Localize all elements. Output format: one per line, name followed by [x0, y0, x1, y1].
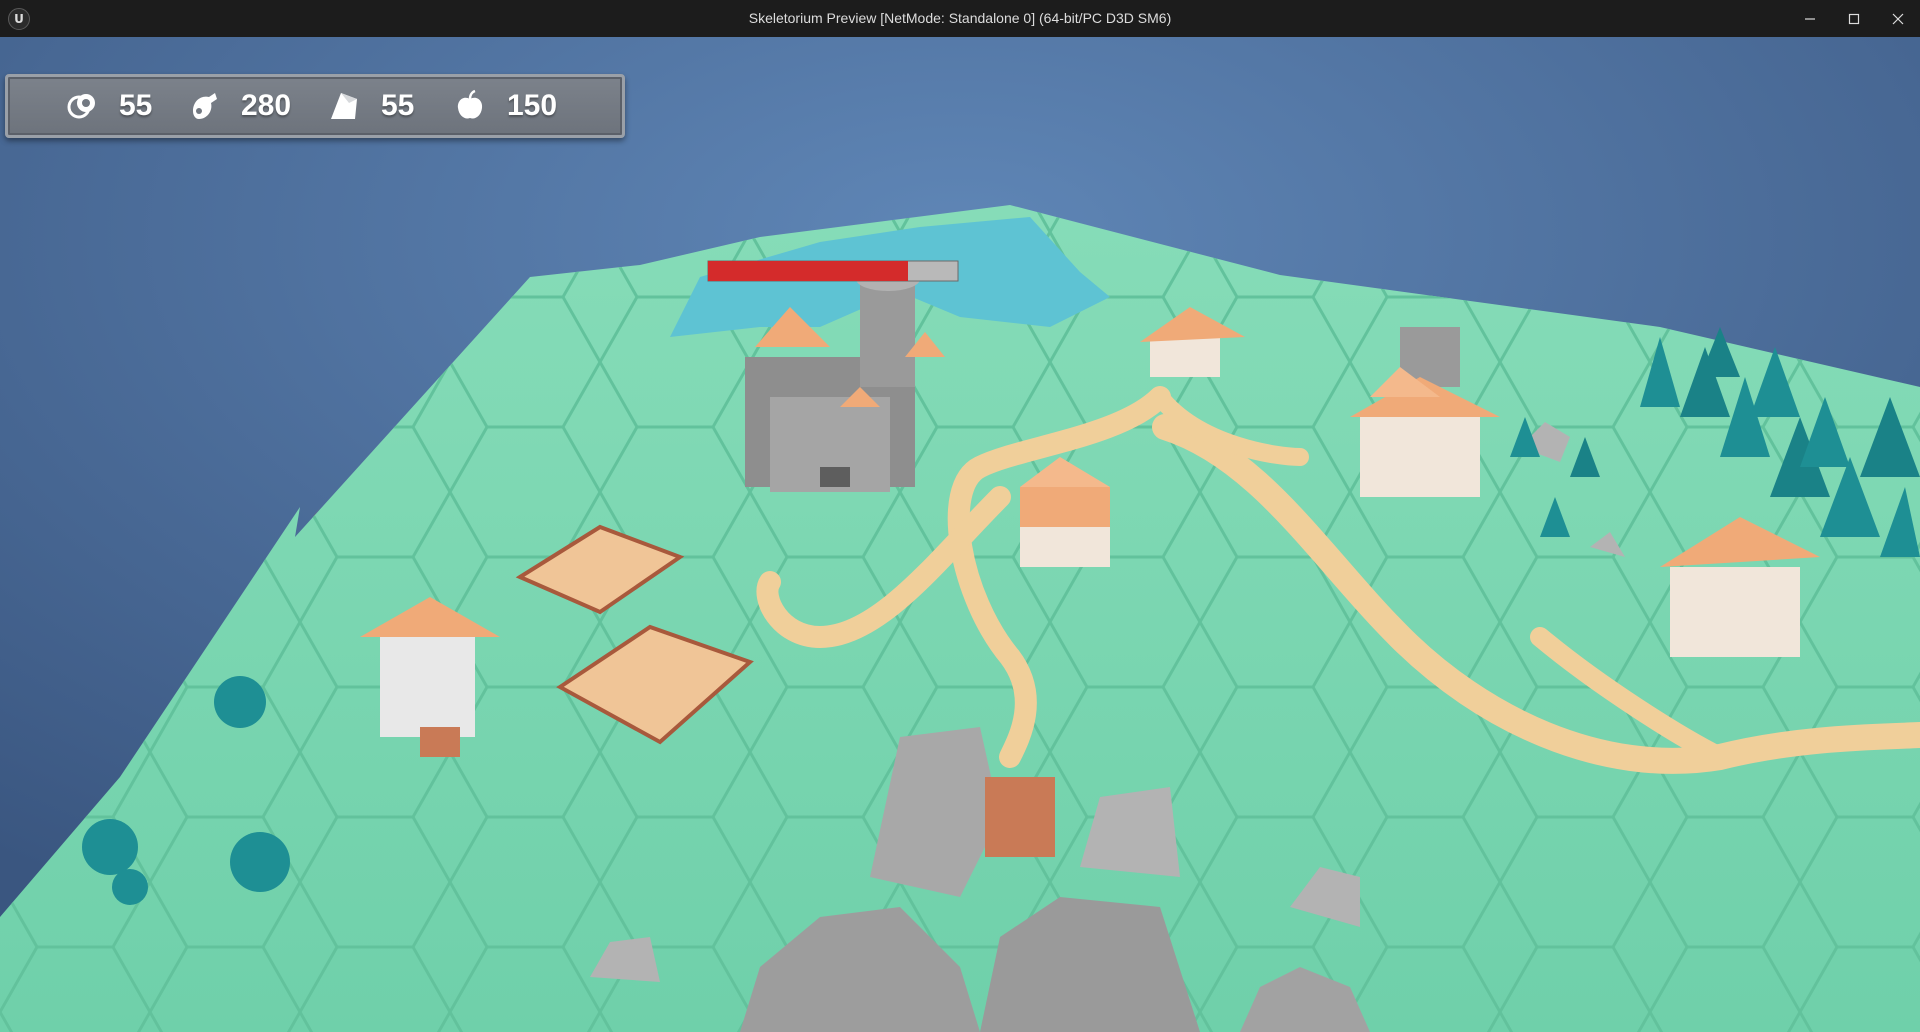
- minimize-icon: [1805, 17, 1815, 20]
- stone-icon: [67, 94, 95, 119]
- stone-count: 55: [119, 89, 153, 122]
- maximize-button[interactable]: [1832, 0, 1876, 37]
- game-scene[interactable]: [0, 37, 1920, 1032]
- minimize-button[interactable]: [1788, 0, 1832, 37]
- window-title: Skeletorium Preview [NetMode: Standalone…: [748, 10, 1172, 26]
- game-window: U Skeletorium Preview [NetMode: Standalo…: [0, 0, 1920, 1032]
- close-icon: [1892, 13, 1904, 24]
- food-count: 150: [507, 89, 558, 122]
- castle-health-bar: [707, 260, 959, 282]
- ore-count: 55: [381, 89, 415, 122]
- game-viewport[interactable]: 55 280 55 150: [0, 37, 1920, 1032]
- ore-icon: [331, 93, 357, 119]
- maximize-icon: [1848, 13, 1860, 24]
- close-button[interactable]: [1876, 0, 1920, 37]
- resource-stone: 55: [65, 74, 152, 138]
- wood-count: 280: [241, 89, 292, 122]
- resource-wood: 280: [187, 74, 291, 138]
- resource-hud: 55 280 55 150: [5, 74, 625, 138]
- resource-food: 150: [453, 74, 557, 138]
- wood-icon: [193, 93, 217, 119]
- title-bar[interactable]: U Skeletorium Preview [NetMode: Standalo…: [0, 0, 1920, 37]
- resource-ore: 55: [327, 74, 414, 138]
- food-icon: [457, 89, 483, 119]
